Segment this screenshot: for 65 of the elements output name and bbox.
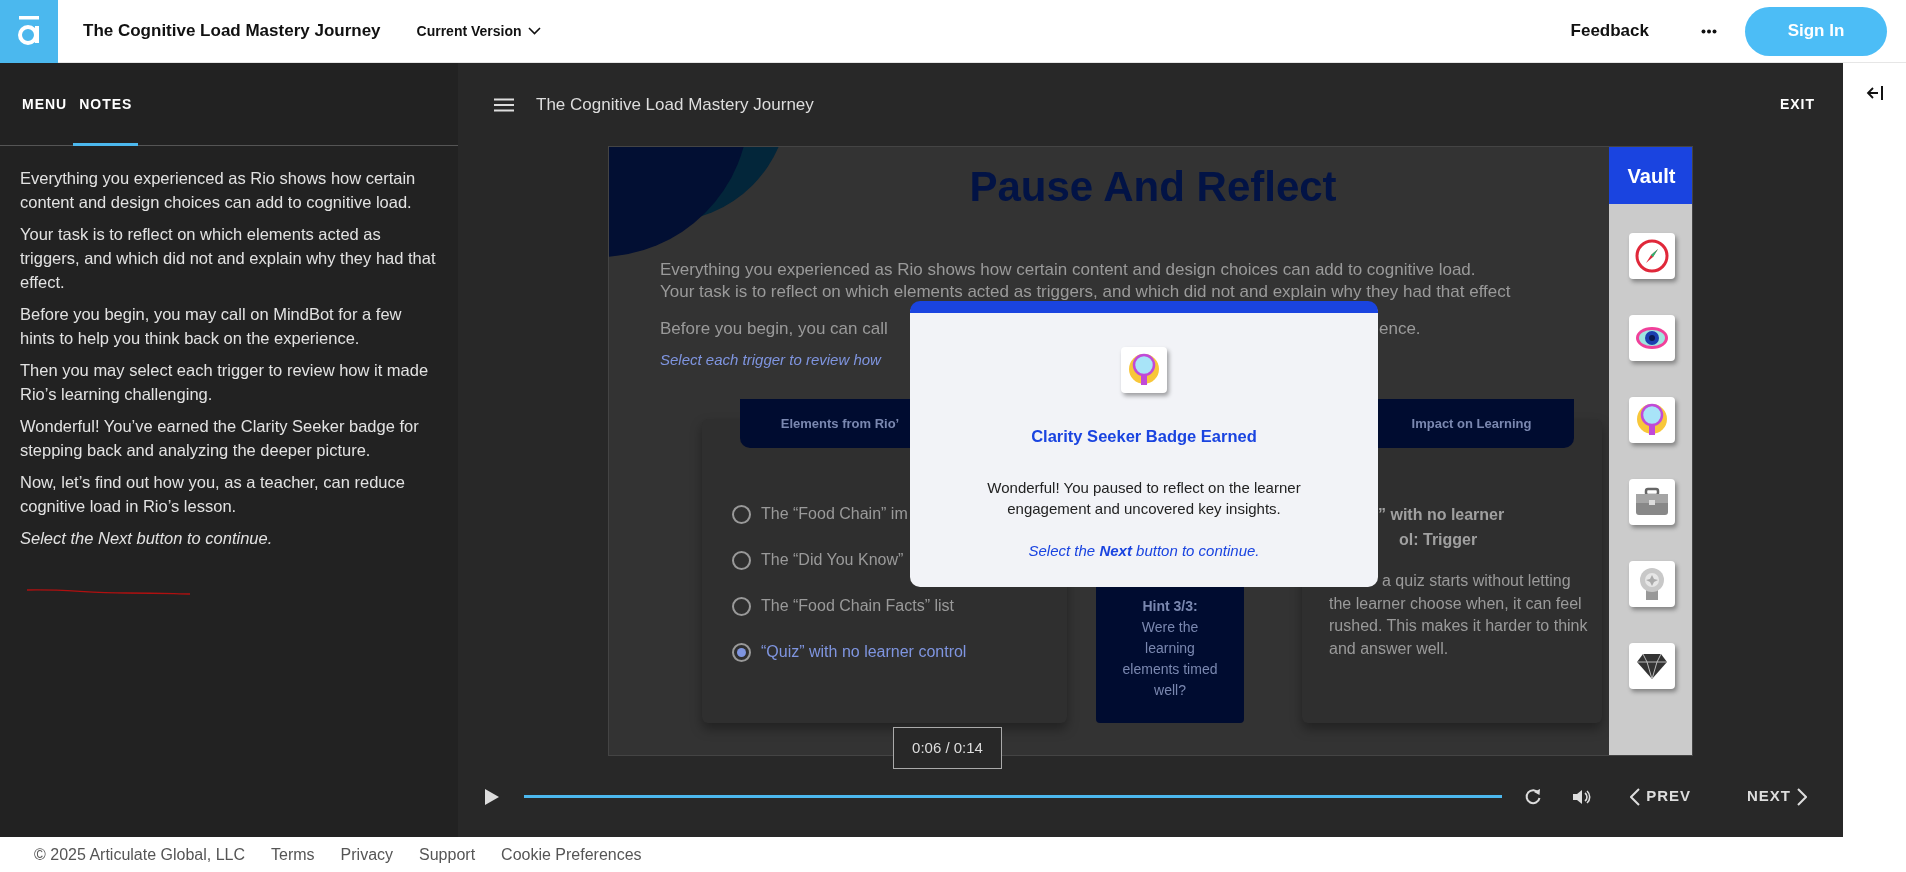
magnifying-glass-icon bbox=[1634, 402, 1669, 438]
footer-link[interactable]: Terms bbox=[271, 842, 315, 867]
exit-button[interactable]: EXIT bbox=[1773, 93, 1821, 116]
notes-paragraph: Now, let’s find out how you, as a teacher, can reduce cognitive load in Rio’s lesson. bbox=[20, 472, 406, 517]
notes-paragraph: Everything you experienced as Rio shows how certain content and design choices can add to cognitive load. bbox=[20, 168, 417, 213]
radio-button[interactable] bbox=[732, 642, 751, 662]
badge-tile[interactable] bbox=[1628, 233, 1675, 279]
next-button[interactable]: NEXT bbox=[1741, 784, 1813, 809]
copyright-text: © 2025 Articulate Global, LLC bbox=[34, 844, 246, 865]
more-icon bbox=[1701, 29, 1717, 35]
badge-tile[interactable] bbox=[1628, 561, 1675, 607]
card-heading: ” with no learner bbox=[1378, 505, 1505, 525]
course-title: The Cognitive Load Mastery Journey bbox=[83, 20, 381, 43]
radio-button[interactable] bbox=[732, 504, 751, 524]
slide-text: Before you begin, you can call bbox=[660, 318, 888, 340]
hint-title: Hint 3/3: bbox=[1141, 597, 1199, 616]
notes-paragraph: Your task is to reflect on which elements acted as triggers, and which did not and explain why they had that effect. bbox=[20, 224, 437, 293]
time-tooltip: 0:06 / 0:14 bbox=[893, 727, 1002, 769]
menu-icon bbox=[494, 98, 514, 113]
badge-tile[interactable] bbox=[1628, 643, 1675, 689]
notes-paragraph: Then you may select each trigger to review how it made Rio’s learning challenging. bbox=[20, 360, 430, 405]
slide-text: ence. bbox=[1379, 318, 1421, 340]
badge-tile[interactable] bbox=[1628, 397, 1675, 443]
slide-instruction: Select each trigger to review how bbox=[660, 350, 881, 370]
chevron-down-icon bbox=[527, 27, 541, 35]
slide-text: Everything you experienced as Rio shows how certain content and design choices can add to cognitive load. bbox=[660, 259, 1476, 281]
sidebar-tab[interactable]: NOTES bbox=[73, 94, 139, 146]
vault-title: Vault bbox=[1609, 147, 1692, 204]
collapse-left-icon bbox=[1865, 84, 1884, 101]
badge-tile[interactable] bbox=[1628, 479, 1675, 525]
card-text: a quiz starts without letting the learner choose when, it can feel rushed. This makes it harder to think and answer well. bbox=[1329, 571, 1589, 659]
notes-paragraph: Wonderful! You’ve earned the Clarity Seeker badge for stepping back and analyzing the deeper picture. bbox=[20, 416, 420, 461]
magnifying-glass-icon bbox=[1127, 352, 1161, 388]
notes-paragraph: Before you begin, you may call on MindBot for a few hints to help you think back on the experience. bbox=[20, 304, 403, 349]
card-heading: ol: Trigger bbox=[1399, 530, 1478, 550]
gem-icon bbox=[1634, 651, 1669, 681]
prev-button[interactable]: PREV bbox=[1624, 784, 1697, 809]
option-label: “Quiz” with no learner control bbox=[761, 642, 967, 662]
volume-icon bbox=[1572, 788, 1593, 807]
chevron-left-icon bbox=[1630, 787, 1641, 806]
sidebar-tab[interactable]: MENU bbox=[16, 94, 74, 146]
footer-link[interactable]: Cookie Preferences bbox=[501, 842, 642, 867]
radio-button[interactable] bbox=[732, 550, 751, 570]
feedback-link[interactable]: Feedback bbox=[1564, 17, 1655, 45]
option-label: The “Food Chain Facts” list bbox=[761, 596, 954, 616]
dialog-title: Clarity Seeker Badge Earned bbox=[1031, 426, 1257, 447]
compass-icon bbox=[1634, 239, 1669, 273]
briefcase-icon bbox=[1633, 487, 1670, 517]
slide-text: Your task is to reflect on which elements acted as triggers, and which did not and explain why they had that effect bbox=[660, 281, 1511, 303]
badge-tile[interactable] bbox=[1628, 315, 1675, 361]
dialog-prompt: Select the Next button to continue. bbox=[1028, 540, 1260, 561]
version-dropdown[interactable]: Current Version bbox=[410, 19, 547, 43]
footer-link[interactable]: Support bbox=[419, 842, 476, 867]
logo-icon bbox=[16, 14, 42, 48]
notes-paragraph: Select the Next button to continue. bbox=[20, 528, 274, 549]
hint-text: Were the learning elements timed well? bbox=[1121, 618, 1219, 700]
footer-link[interactable]: Privacy bbox=[340, 842, 394, 867]
chevron-right-icon bbox=[1797, 787, 1807, 806]
radio-button[interactable] bbox=[732, 596, 751, 616]
option-label: The “Food Chain” im bbox=[761, 504, 908, 524]
play-icon bbox=[484, 788, 500, 807]
option-label: The “Did You Know” bbox=[761, 550, 904, 570]
player-title: The Cognitive Load Mastery Journey bbox=[536, 93, 814, 116]
dialog-message: Wonderful! You paused to reflect on the learner engagement and uncovered key insights. bbox=[986, 477, 1302, 519]
replay-icon bbox=[1524, 788, 1543, 807]
